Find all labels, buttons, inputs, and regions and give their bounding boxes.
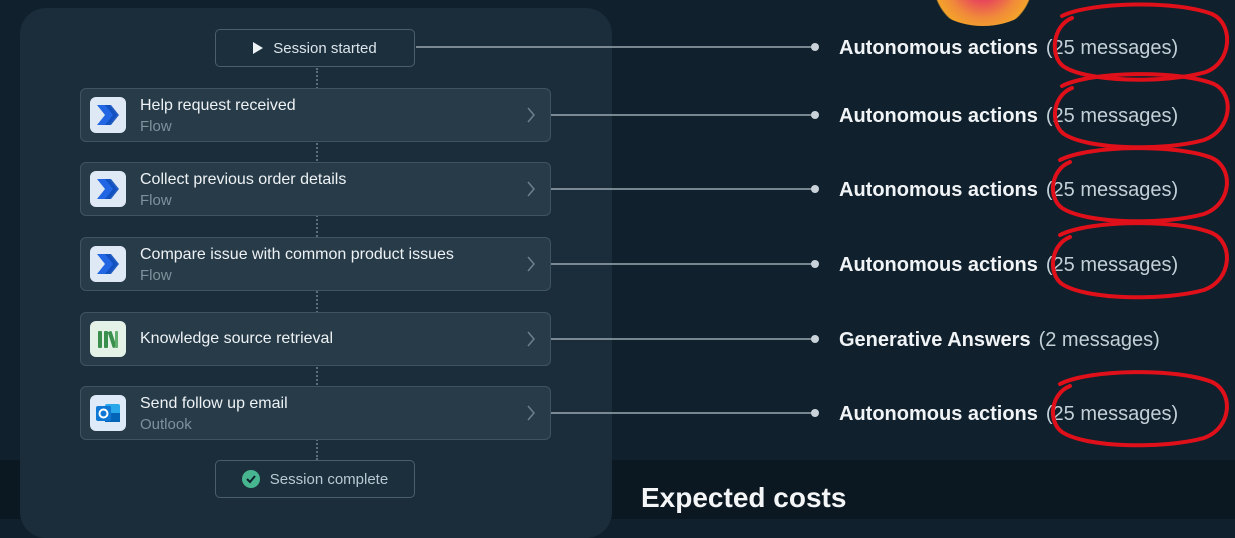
expected-costs-heading: Expected costs: [641, 482, 847, 513]
red-circle-annotation: [1050, 221, 1229, 300]
red-circle-annotation: [1052, 72, 1230, 150]
annotation-layer: [1050, 2, 1230, 448]
red-circle-annotation: [1050, 370, 1229, 448]
red-circle-annotation: [1052, 2, 1229, 82]
red-circle-annotation: [1050, 146, 1229, 224]
